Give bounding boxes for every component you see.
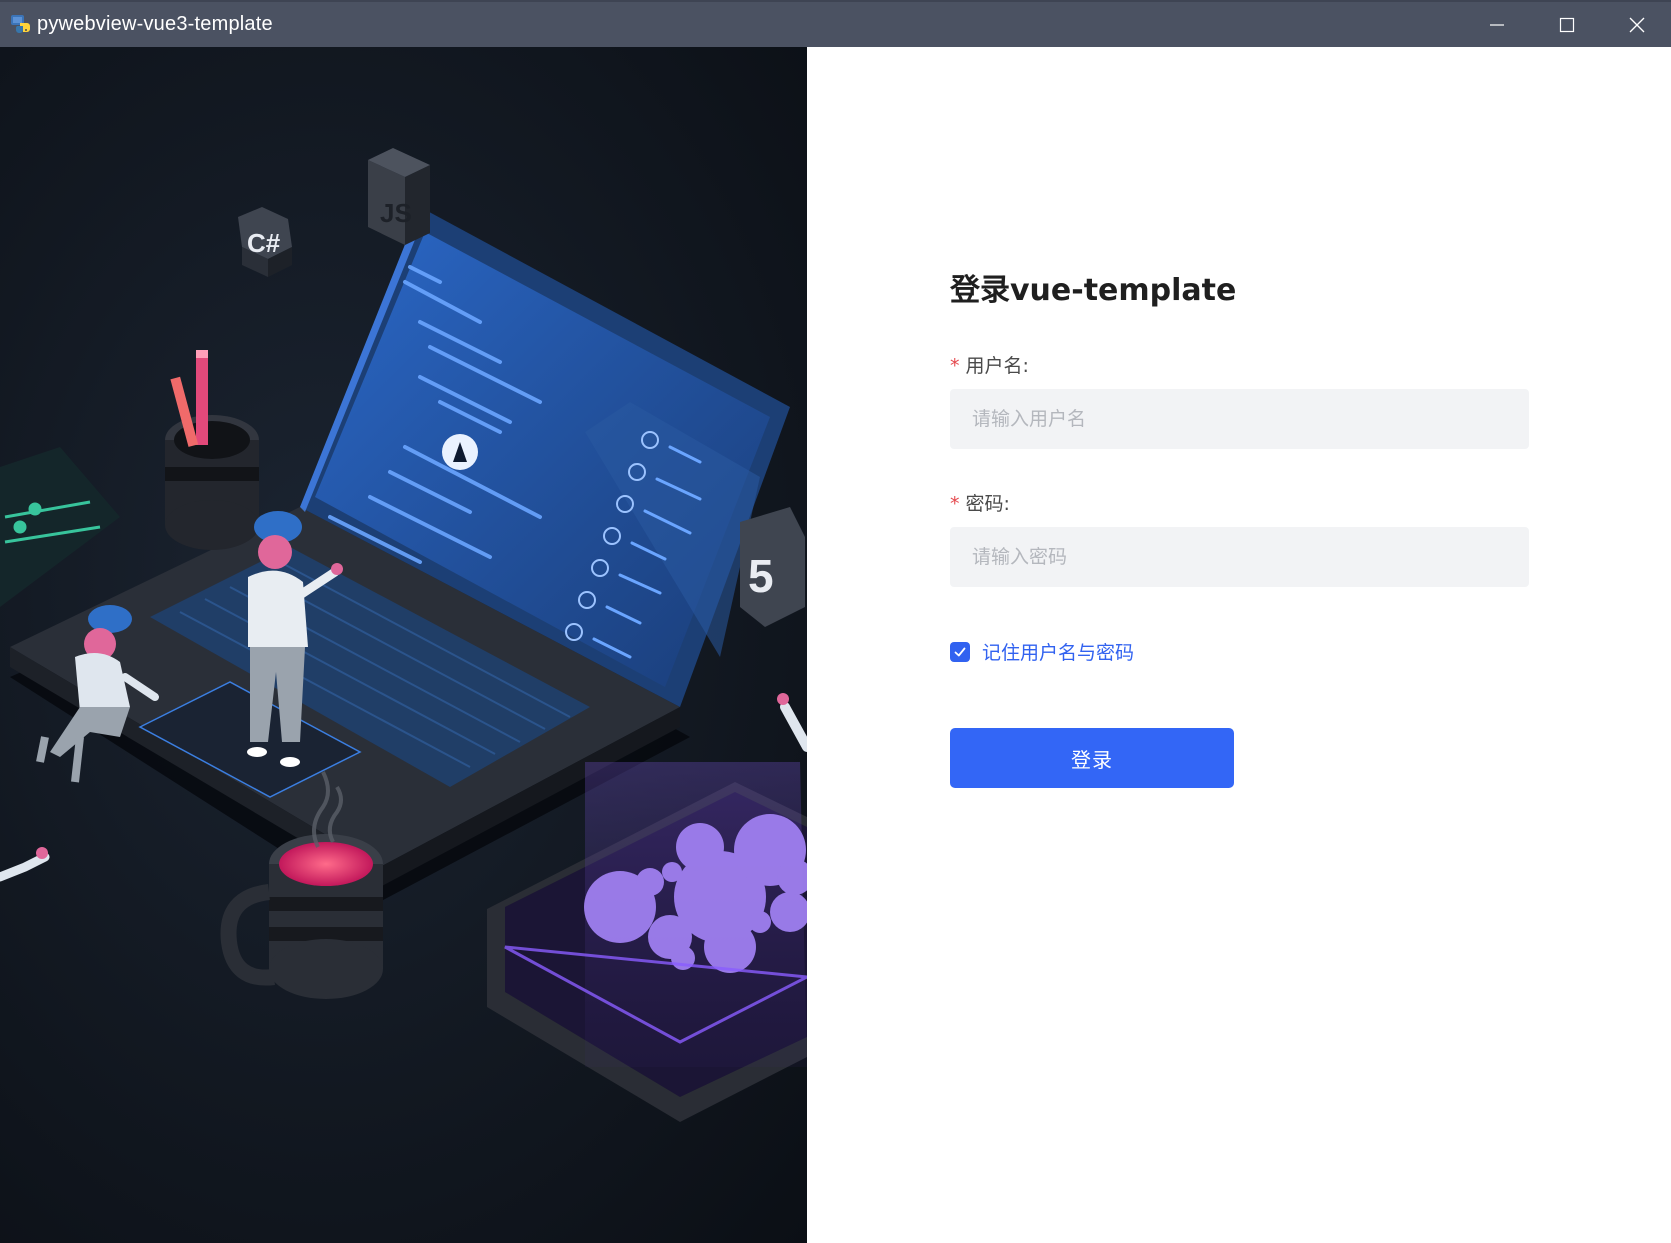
login-panel: 登录vue-template *用户名: *密码: 记住用户名与密码 登录 [807, 47, 1671, 1243]
username-label: * 用户名: [950, 351, 1029, 378]
password-input[interactable] [950, 527, 1529, 587]
login-title: 登录vue-template [950, 273, 1237, 308]
minimize-icon [1490, 23, 1504, 26]
required-mark: * [950, 493, 960, 515]
minimize-button[interactable] [1462, 2, 1532, 47]
close-button[interactable] [1602, 2, 1671, 47]
html5-icon: 5 [748, 550, 774, 602]
window-title: pywebview-vue3-template [37, 13, 273, 35]
csharp-icon: C# [247, 228, 281, 258]
window-titlebar[interactable]: pywebview-vue3-template [0, 0, 1671, 47]
javascript-icon: JS [380, 198, 412, 228]
maximize-icon [1559, 17, 1575, 32]
password-label: * 密码: [950, 489, 1010, 516]
login-illustration: JS C# 5 [0, 47, 807, 1243]
login-button[interactable]: 登录 [950, 728, 1234, 788]
password-label-text: 密码: [965, 493, 1010, 515]
remember-checkbox[interactable]: 记住用户名与密码 [950, 638, 1134, 665]
username-label-text: 用户名: [965, 355, 1029, 377]
python-icon [11, 15, 33, 37]
required-mark: * [950, 355, 960, 377]
checkbox-checked-icon[interactable] [950, 641, 970, 662]
username-input[interactable] [950, 389, 1529, 449]
close-icon [1629, 17, 1645, 32]
maximize-button[interactable] [1532, 2, 1602, 47]
remember-label[interactable]: 记住用户名与密码 [982, 638, 1134, 665]
